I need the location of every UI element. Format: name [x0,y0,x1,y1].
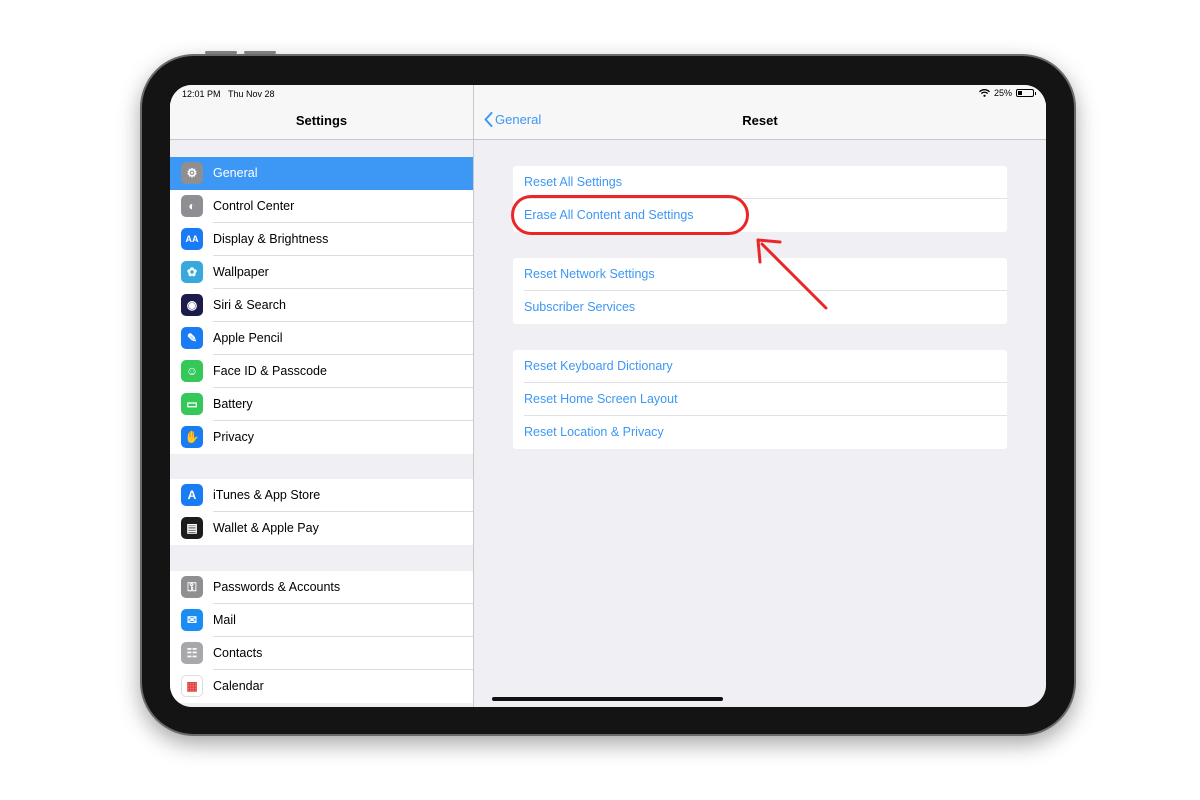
gear-icon: ⚙ [181,162,203,184]
annotation-highlight-ellipse [511,195,749,235]
reset-option-row[interactable]: Reset Home Screen Layout [513,383,1007,416]
reset-option-row[interactable]: Reset Network Settings [513,258,1007,291]
sidebar-item[interactable]: AA Display & Brightness [170,223,473,256]
wallet-icon: ▤ [181,517,203,539]
pencil-icon: ✎ [181,327,203,349]
battery-icon: ▭ [181,393,203,415]
sidebar-item[interactable]: ✉ Mail [170,604,473,637]
home-indicator [492,697,723,701]
contacts-icon: ☷ [181,642,203,664]
face-id-icon: ☺ [181,360,203,382]
reset-option-label: Reset Home Screen Layout [524,392,678,406]
reset-section: Reset Network Settings Subscriber Service… [513,258,1007,324]
sidebar-item[interactable]: AiTunes & App Store [170,479,473,512]
sidebar-item[interactable]: ▤ Wallet & Apple Pay [170,512,473,545]
settings-master-pane: Settings ⚙ General ◐ Control Center AA Displa… [170,85,474,707]
sidebar-item[interactable]: ◉ Siri & Search [170,289,473,322]
sidebar-item-label: Control Center [213,199,295,213]
sidebar-item-label: Mail [213,613,236,627]
reset-option-row[interactable]: Reset Keyboard Dictionary [513,350,1007,383]
reset-option-label: Subscriber Services [524,300,636,314]
master-title: Settings [295,113,348,128]
sidebar-item-label: Face ID & Passcode [213,364,327,378]
sidebar-item[interactable]: ☷ Contacts [170,637,473,670]
calendar-icon: ▦ [181,675,203,697]
key-icon: ⚿ [181,576,203,598]
sidebar-item-label: iTunes & App Store [213,488,321,502]
sidebar-item[interactable]: ▦ Calendar [170,670,473,703]
app-store-icon: A [181,484,203,506]
text-size-icon: AA [181,228,203,250]
sidebar-item-label: Calendar [213,679,264,693]
sidebar-item-label: Privacy [213,430,254,444]
mail-icon: ✉ [181,609,203,631]
settings-group: AiTunes & App Store ▤ Wallet & Apple Pay [170,479,473,545]
reset-option-label: Reset Network Settings [524,267,655,281]
sidebar-item[interactable]: ✎ Apple Pencil [170,322,473,355]
sidebar-item[interactable]: ⚙ General [170,157,473,190]
settings-group: ⚙ General ◐ Control Center AA Display & Brigh… [170,157,473,454]
reset-option-label: Reset Location & Privacy [524,425,664,439]
sidebar-item-label: General [213,166,258,180]
status-bar: 12:01 PM Thu Nov 28 25% [170,85,1046,103]
sidebar-item-label: Contacts [213,646,263,660]
sidebar-item-label: Battery [213,397,253,411]
reset-option-label: Reset All Settings [524,175,622,189]
status-date: Thu Nov 28 [228,89,275,99]
sidebar-item-label: Wallpaper [213,265,269,279]
sidebar-item-label: Wallet & Apple Pay [213,521,319,535]
sidebar-item[interactable]: ✋ Privacy [170,421,473,454]
status-right: 25% [979,88,1036,98]
battery-fill [1018,91,1022,95]
sidebar-item[interactable]: ✿ Wallpaper [170,256,473,289]
sidebar-item[interactable]: ⚿ Passwords & Accounts [170,571,473,604]
reset-option-row[interactable]: Reset Location & Privacy [513,416,1007,449]
battery-percent: 25% [993,88,1012,98]
reset-option-label: Reset Keyboard Dictionary [524,359,673,373]
sidebar-item-label: Siri & Search [213,298,286,312]
sidebar-item-label: Passwords & Accounts [213,580,341,594]
reset-option-row[interactable]: Subscriber Services [513,291,1007,324]
sidebar-item[interactable]: ◐ Control Center [170,190,473,223]
sidebar-item-label: Apple Pencil [213,331,283,345]
reset-section: Reset Keyboard Dictionary Reset Home Scre… [513,350,1007,449]
reset-detail-pane: General Reset Reset All Settings Erase Al… [474,85,1046,707]
status-time: 12:01 PM [182,89,221,99]
wifi-icon [979,89,990,97]
switches-icon: ◐ [181,195,203,217]
detail-title: Reset [742,113,778,128]
battery-icon [1016,89,1036,97]
ipad-screen: 12:01 PM Thu Nov 28 25% Settings ⚙ Genera… [170,85,1046,707]
settings-group: ⚿ Passwords & Accounts ✉ Mail ☷ Contacts ▦ Cale… [170,571,473,703]
flower-icon: ✿ [181,261,203,283]
hand-icon: ✋ [181,426,203,448]
sidebar-item[interactable]: ▭ Battery [170,388,473,421]
sidebar-item-label: Display & Brightness [213,232,329,246]
siri-icon: ◉ [181,294,203,316]
sidebar-item[interactable]: ☺ Face ID & Passcode [170,355,473,388]
